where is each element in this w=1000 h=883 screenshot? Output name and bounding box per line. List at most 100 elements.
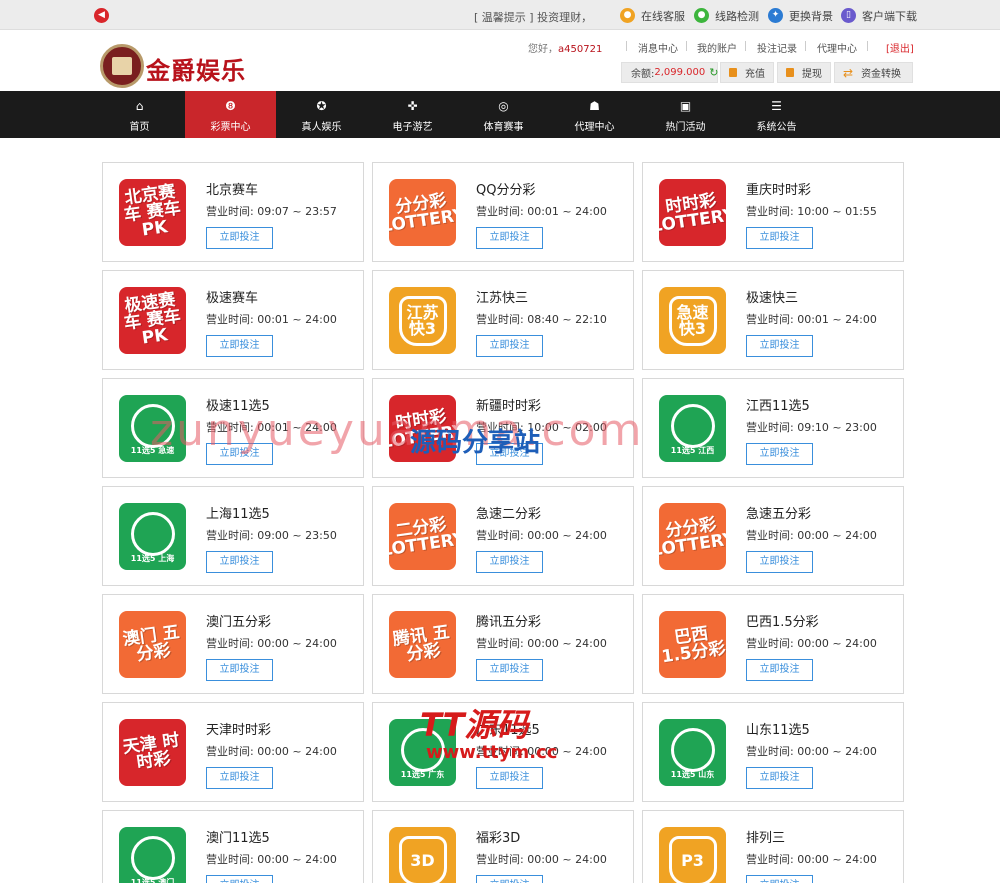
game-name[interactable]: 江苏快三 xyxy=(476,287,528,306)
shishicai-icon[interactable]: 时时彩 LOTTERY xyxy=(389,395,456,462)
shishicai-icon[interactable]: 天津 时时彩 xyxy=(119,719,186,786)
game-name[interactable]: 急速五分彩 xyxy=(746,503,811,522)
bet-now-button[interactable]: 立即投注 xyxy=(206,659,273,681)
game-card[interactable]: 北京赛车 赛车PK 北京赛车 营业时间: 09:07 ~ 23:57 立即投注 xyxy=(102,162,364,262)
kuai3-icon[interactable]: 急速 快3 xyxy=(659,287,726,354)
game-name[interactable]: 江西11选5 xyxy=(746,395,810,414)
pailie3-icon[interactable]: P3 xyxy=(659,827,726,883)
deposit-button[interactable]: 充值 xyxy=(720,62,774,83)
bet-now-button[interactable]: 立即投注 xyxy=(746,551,813,573)
bet-now-button[interactable]: 立即投注 xyxy=(746,875,813,883)
fucai-3d-icon[interactable]: 3D xyxy=(389,827,456,883)
11x5-icon[interactable]: 11选5 山东 xyxy=(659,719,726,786)
online-service-link[interactable]: ● 在线客服 xyxy=(620,7,685,24)
game-card[interactable]: 天津 时时彩 天津时时彩 营业时间: 00:00 ~ 24:00 立即投注 xyxy=(102,702,364,802)
game-name[interactable]: 极速快三 xyxy=(746,287,798,306)
game-card[interactable]: 分分彩 LOTTERY 急速五分彩 营业时间: 00:00 ~ 24:00 立即投注 xyxy=(642,486,904,586)
game-card[interactable]: 11选5 山东 山东11选5 营业时间: 00:00 ~ 24:00 立即投注 xyxy=(642,702,904,802)
game-name[interactable]: 排列三 xyxy=(746,827,785,846)
game-card[interactable]: 时时彩 LOTTERY 新疆时时彩 营业时间: 10:00 ~ 02:00 立即投注 xyxy=(372,378,634,478)
game-card[interactable]: 11选5 广东 广东11选5 营业时间: 00:00 ~ 24:00 立即投注 xyxy=(372,702,634,802)
fenfencai-icon[interactable]: 分分彩 LOTTERY xyxy=(389,179,456,246)
game-name[interactable]: 新疆时时彩 xyxy=(476,395,541,414)
nav-item-7[interactable]: ☰ 系统公告 xyxy=(731,91,822,138)
game-card[interactable]: 11选5 急速 极速11选5 营业时间: 00:01 ~ 24:00 立即投注 xyxy=(102,378,364,478)
bet-now-button[interactable]: 立即投注 xyxy=(206,335,273,357)
game-card[interactable]: 澳门 五分彩 澳门五分彩 营业时间: 00:00 ~ 24:00 立即投注 xyxy=(102,594,364,694)
refresh-icon[interactable]: ↻ xyxy=(709,66,718,79)
bet-now-button[interactable]: 立即投注 xyxy=(476,443,543,465)
11x5-icon[interactable]: 11选5 澳门 xyxy=(119,827,186,883)
game-name[interactable]: 澳门11选5 xyxy=(206,827,270,846)
bet-now-button[interactable]: 立即投注 xyxy=(476,767,543,789)
client-download-link[interactable]: ▯ 客户端下载 xyxy=(841,7,917,24)
fund-transfer-button[interactable]: ⇄ 资金转换 xyxy=(834,62,913,83)
11x5-icon[interactable]: 11选5 江西 xyxy=(659,395,726,462)
bet-now-button[interactable]: 立即投注 xyxy=(746,227,813,249)
bet-now-button[interactable]: 立即投注 xyxy=(206,227,273,249)
bet-now-button[interactable]: 立即投注 xyxy=(476,659,543,681)
logout-link[interactable]: [退出] xyxy=(886,40,914,55)
game-card[interactable]: 巴西 1.5分彩 巴西1.5分彩 营业时间: 00:00 ~ 24:00 立即投注 xyxy=(642,594,904,694)
game-name[interactable]: 极速赛车 xyxy=(206,287,258,306)
line-check-link[interactable]: ● 线路检测 xyxy=(694,7,759,24)
game-card[interactable]: 分分彩 LOTTERY QQ分分彩 营业时间: 00:01 ~ 24:00 立即投注 xyxy=(372,162,634,262)
game-card[interactable]: 11选5 澳门 澳门11选5 营业时间: 00:00 ~ 24:00 立即投注 xyxy=(102,810,364,883)
bet-now-button[interactable]: 立即投注 xyxy=(206,551,273,573)
game-card[interactable]: 11选5 江西 江西11选5 营业时间: 09:10 ~ 23:00 立即投注 xyxy=(642,378,904,478)
11x5-icon[interactable]: 11选5 广东 xyxy=(389,719,456,786)
change-background-link[interactable]: ✦ 更换背景 xyxy=(768,7,833,24)
my-account-link[interactable]: 我的账户 xyxy=(697,40,737,55)
game-name[interactable]: 天津时时彩 xyxy=(206,719,271,738)
game-name[interactable]: 澳门五分彩 xyxy=(206,611,271,630)
game-name[interactable]: 山东11选5 xyxy=(746,719,810,738)
game-card[interactable]: 急速 快3 极速快三 营业时间: 00:01 ~ 24:00 立即投注 xyxy=(642,270,904,370)
game-name[interactable]: 极速11选5 xyxy=(206,395,270,414)
game-card[interactable]: 3D 福彩3D 营业时间: 00:00 ~ 24:00 立即投注 xyxy=(372,810,634,883)
bet-now-button[interactable]: 立即投注 xyxy=(746,659,813,681)
bet-now-button[interactable]: 立即投注 xyxy=(476,335,543,357)
wufencai-icon[interactable]: 腾讯 五分彩 xyxy=(389,611,456,678)
agent-center-link[interactable]: 代理中心 xyxy=(817,40,857,55)
speaker-icon[interactable]: ◀ xyxy=(94,8,109,23)
bet-now-button[interactable]: 立即投注 xyxy=(476,551,543,573)
bet-now-button[interactable]: 立即投注 xyxy=(206,767,273,789)
game-name[interactable]: 上海11选5 xyxy=(206,503,270,522)
bet-now-button[interactable]: 立即投注 xyxy=(476,875,543,883)
game-card[interactable]: 江苏 快3 江苏快三 营业时间: 08:40 ~ 22:10 立即投注 xyxy=(372,270,634,370)
message-center-link[interactable]: 消息中心 xyxy=(638,40,678,55)
bet-now-button[interactable]: 立即投注 xyxy=(476,227,543,249)
game-name[interactable]: 巴西1.5分彩 xyxy=(746,611,819,630)
pk10-icon[interactable]: 极速赛车 赛车PK xyxy=(119,287,186,354)
bet-records-link[interactable]: 投注记录 xyxy=(757,40,797,55)
game-name[interactable]: QQ分分彩 xyxy=(476,179,535,198)
game-name[interactable]: 北京赛车 xyxy=(206,179,258,198)
nav-item-5[interactable]: ☗ 代理中心 xyxy=(549,91,640,138)
bet-now-button[interactable]: 立即投注 xyxy=(746,335,813,357)
fenfencai-icon[interactable]: 分分彩 LOTTERY xyxy=(659,503,726,570)
bet-now-button[interactable]: 立即投注 xyxy=(206,443,273,465)
fenfencai-icon[interactable]: 巴西 1.5分彩 xyxy=(659,611,726,678)
nav-item-2[interactable]: ✪ 真人娱乐 xyxy=(276,91,367,138)
bet-now-button[interactable]: 立即投注 xyxy=(746,443,813,465)
game-name[interactable]: 重庆时时彩 xyxy=(746,179,811,198)
site-logo[interactable]: 金爵娱乐 xyxy=(100,44,245,88)
11x5-icon[interactable]: 11选5 急速 xyxy=(119,395,186,462)
game-name[interactable]: 广东11选5 xyxy=(476,719,540,738)
game-card[interactable]: P3 排列三营业时间: 00:00 ~ 24:00 立即投注 xyxy=(642,810,904,883)
game-card[interactable]: 二分彩 LOTTERY 急速二分彩 营业时间: 00:00 ~ 24:00 立即投注 xyxy=(372,486,634,586)
nav-item-3[interactable]: ✜ 电子游艺 xyxy=(367,91,458,138)
11x5-icon[interactable]: 11选5 上海 xyxy=(119,503,186,570)
game-name[interactable]: 腾讯五分彩 xyxy=(476,611,541,630)
kuai3-icon[interactable]: 江苏 快3 xyxy=(389,287,456,354)
withdraw-button[interactable]: 提现 xyxy=(777,62,831,83)
game-card[interactable]: 时时彩 LOTTERY 重庆时时彩 营业时间: 10:00 ~ 01:55 立即投注 xyxy=(642,162,904,262)
game-card[interactable]: 极速赛车 赛车PK 极速赛车 营业时间: 00:01 ~ 24:00 立即投注 xyxy=(102,270,364,370)
shishicai-icon[interactable]: 时时彩 LOTTERY xyxy=(659,179,726,246)
game-card[interactable]: 11选5 上海 上海11选5 营业时间: 09:00 ~ 23:50 立即投注 xyxy=(102,486,364,586)
erfencai-icon[interactable]: 二分彩 LOTTERY xyxy=(389,503,456,570)
nav-item-4[interactable]: ◎ 体育赛事 xyxy=(458,91,549,138)
game-name[interactable]: 急速二分彩 xyxy=(476,503,541,522)
nav-item-0[interactable]: ⌂ 首页 xyxy=(94,91,185,138)
nav-item-6[interactable]: ▣ 热门活动 xyxy=(640,91,731,138)
